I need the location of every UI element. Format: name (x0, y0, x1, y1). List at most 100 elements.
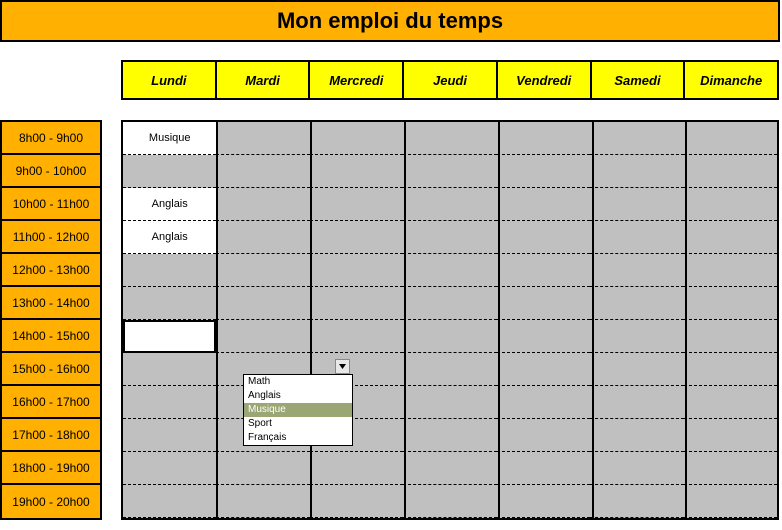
time-slot: 19h00 - 20h00 (2, 485, 100, 518)
grid-cell[interactable] (684, 254, 777, 287)
grid-cell[interactable] (216, 188, 309, 221)
dropdown-option[interactable]: Sport (244, 417, 352, 431)
grid-cell[interactable] (497, 320, 590, 353)
grid-cell[interactable] (123, 287, 216, 320)
grid-cell[interactable] (310, 122, 403, 155)
grid-cell[interactable] (590, 485, 683, 518)
day-header: Vendredi (498, 62, 592, 98)
grid-cell[interactable] (684, 452, 777, 485)
grid-cell[interactable] (123, 353, 216, 386)
grid-cell[interactable] (497, 254, 590, 287)
grid-cell[interactable] (497, 419, 590, 452)
grid-cell[interactable] (684, 419, 777, 452)
grid-cell[interactable] (216, 485, 309, 518)
grid-cell[interactable] (403, 221, 496, 254)
grid-cell[interactable] (590, 419, 683, 452)
grid-cell[interactable] (403, 386, 496, 419)
grid-cell[interactable] (590, 254, 683, 287)
grid-cell[interactable] (216, 287, 309, 320)
grid-cell[interactable]: Musique (123, 122, 216, 155)
grid-cell[interactable] (310, 320, 403, 353)
grid-cell[interactable] (403, 320, 496, 353)
time-slot: 12h00 - 13h00 (2, 254, 100, 287)
grid-cell[interactable] (123, 254, 216, 287)
dropdown-option[interactable]: Musique (244, 403, 352, 417)
grid-cell[interactable] (123, 452, 216, 485)
grid-cell[interactable] (310, 452, 403, 485)
time-slot: 11h00 - 12h00 (2, 221, 100, 254)
grid-cell[interactable] (403, 419, 496, 452)
grid-cell[interactable] (310, 287, 403, 320)
grid-cell[interactable] (497, 155, 590, 188)
dropdown-button[interactable] (335, 359, 350, 374)
grid-cell[interactable] (497, 188, 590, 221)
grid-cell[interactable]: Anglais (123, 188, 216, 221)
grid-cell[interactable] (590, 122, 683, 155)
grid-cell[interactable] (216, 221, 309, 254)
grid-cell[interactable] (590, 155, 683, 188)
grid-cell[interactable]: Anglais (123, 221, 216, 254)
grid-cell[interactable] (403, 254, 496, 287)
grid-cell[interactable] (403, 155, 496, 188)
time-slot: 10h00 - 11h00 (2, 188, 100, 221)
time-slot: 8h00 - 9h00 (2, 122, 100, 155)
grid-cell[interactable] (403, 353, 496, 386)
grid-cell[interactable] (590, 353, 683, 386)
grid-cell[interactable] (497, 287, 590, 320)
grid-cell[interactable] (684, 353, 777, 386)
grid-cell[interactable] (590, 188, 683, 221)
grid-cell[interactable] (216, 155, 309, 188)
grid-cell[interactable] (403, 485, 496, 518)
page-title: Mon emploi du temps (277, 8, 503, 34)
grid-cell[interactable] (403, 122, 496, 155)
dropdown-option[interactable]: Français (244, 431, 352, 445)
grid-cell[interactable] (216, 122, 309, 155)
grid-cell[interactable] (310, 221, 403, 254)
grid-cell[interactable] (590, 452, 683, 485)
grid-cell[interactable] (123, 419, 216, 452)
day-header: Samedi (592, 62, 686, 98)
dropdown-option[interactable]: Anglais (244, 389, 352, 403)
grid-cell[interactable] (684, 188, 777, 221)
grid-cell[interactable] (403, 287, 496, 320)
grid-cell[interactable] (684, 386, 777, 419)
grid-cell[interactable] (403, 188, 496, 221)
grid-cell[interactable] (497, 485, 590, 518)
grid-cell[interactable] (497, 122, 590, 155)
time-slot: 13h00 - 14h00 (2, 287, 100, 320)
time-slot: 15h00 - 16h00 (2, 353, 100, 386)
schedule-grid: MusiqueAnglaisAnglais MathAnglaisMusique… (121, 120, 779, 520)
grid-cell[interactable] (590, 287, 683, 320)
grid-cell[interactable] (123, 155, 216, 188)
grid-cell[interactable] (684, 122, 777, 155)
grid-cell[interactable] (684, 221, 777, 254)
grid-cell[interactable] (497, 221, 590, 254)
grid-cell[interactable] (310, 485, 403, 518)
grid-cell[interactable] (310, 155, 403, 188)
chevron-down-icon (338, 362, 347, 371)
grid-cell[interactable] (684, 320, 777, 353)
grid-cell[interactable] (497, 353, 590, 386)
grid-cell[interactable] (123, 485, 216, 518)
grid-cell[interactable] (684, 485, 777, 518)
dropdown-option[interactable]: Math (244, 375, 352, 389)
time-slot: 17h00 - 18h00 (2, 419, 100, 452)
grid-cell[interactable] (403, 452, 496, 485)
grid-cell[interactable] (310, 254, 403, 287)
grid-cell[interactable] (590, 320, 683, 353)
grid-cell[interactable] (684, 155, 777, 188)
grid-cell[interactable] (590, 386, 683, 419)
grid-cell[interactable] (123, 386, 216, 419)
time-slot: 9h00 - 10h00 (2, 155, 100, 188)
grid-cell[interactable] (590, 221, 683, 254)
time-slot: 18h00 - 19h00 (2, 452, 100, 485)
grid-cell[interactable] (310, 188, 403, 221)
grid-cell[interactable] (123, 320, 216, 353)
grid-cell[interactable] (216, 452, 309, 485)
grid-cell[interactable] (684, 287, 777, 320)
grid-cell[interactable] (497, 386, 590, 419)
grid-cell[interactable] (216, 320, 309, 353)
dropdown-list[interactable]: MathAnglaisMusiqueSportFrançais (243, 374, 353, 446)
grid-cell[interactable] (497, 452, 590, 485)
grid-cell[interactable] (216, 254, 309, 287)
